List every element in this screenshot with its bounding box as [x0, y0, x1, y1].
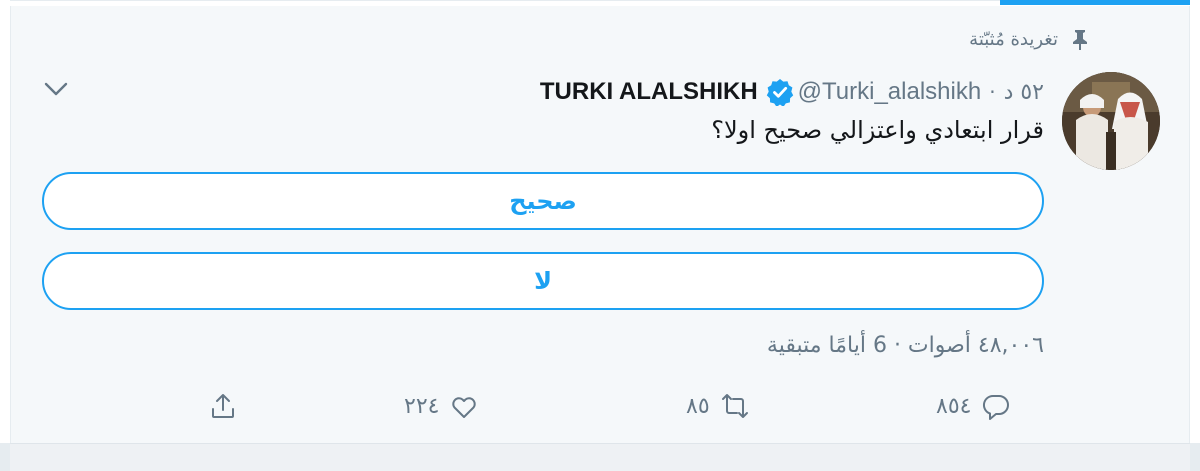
verified-icon — [766, 79, 793, 106]
timeline-divider — [0, 443, 1200, 471]
avatar[interactable] — [1062, 72, 1160, 170]
pin-icon — [1073, 30, 1087, 50]
next-tweet-edge — [10, 443, 1190, 471]
reply-count: ٨٥٤ — [936, 393, 972, 419]
like-icon — [452, 397, 477, 418]
tweet-text: قرار ابتعادي واعتزالي صحيح اولا؟ — [711, 116, 1044, 144]
author-name[interactable]: TURKI ALALSHIKH — [540, 78, 758, 106]
poll-meta: ٤٨,٠٠٦ أصوات · 6 أيامًا متبقية — [766, 333, 1044, 358]
avatar-photo — [1062, 72, 1160, 170]
poll-option-1[interactable]: صحيح — [42, 172, 1044, 230]
pinned-indicator: تغريدة مُثبّتة — [969, 28, 1090, 50]
active-tab-indicator — [1000, 0, 1190, 5]
tweet-header: TURKI ALALSHIKH @Turki_alalshikh · ٥٢ د — [540, 74, 1044, 110]
like-count: ٢٢٤ — [404, 393, 440, 419]
pinned-label: تغريدة مُثبّتة — [969, 28, 1058, 50]
share-button[interactable] — [208, 386, 238, 426]
retweet-count: ٨٥ — [686, 393, 710, 419]
author-handle[interactable]: @Turki_alalshikh — [798, 78, 982, 106]
separator-dot: · — [989, 80, 996, 104]
retweet-button[interactable]: ٨٥ — [686, 386, 750, 426]
poll-option-label: صحيح — [509, 187, 577, 215]
share-icon — [212, 394, 234, 418]
poll-option-label: لا — [534, 267, 552, 295]
like-button[interactable]: ٢٢٤ — [404, 386, 479, 426]
poll-option-2[interactable]: لا — [42, 252, 1044, 310]
chevron-down-icon[interactable] — [42, 78, 70, 100]
retweet-icon — [721, 394, 748, 418]
reply-icon — [983, 394, 1010, 420]
reply-button[interactable]: ٨٥٤ — [936, 386, 1011, 426]
tweet-actions: ٨٥٤ ٨٥ ٢٢٤ — [0, 386, 1200, 426]
tweet-timestamp[interactable]: ٥٢ د — [1004, 80, 1044, 105]
